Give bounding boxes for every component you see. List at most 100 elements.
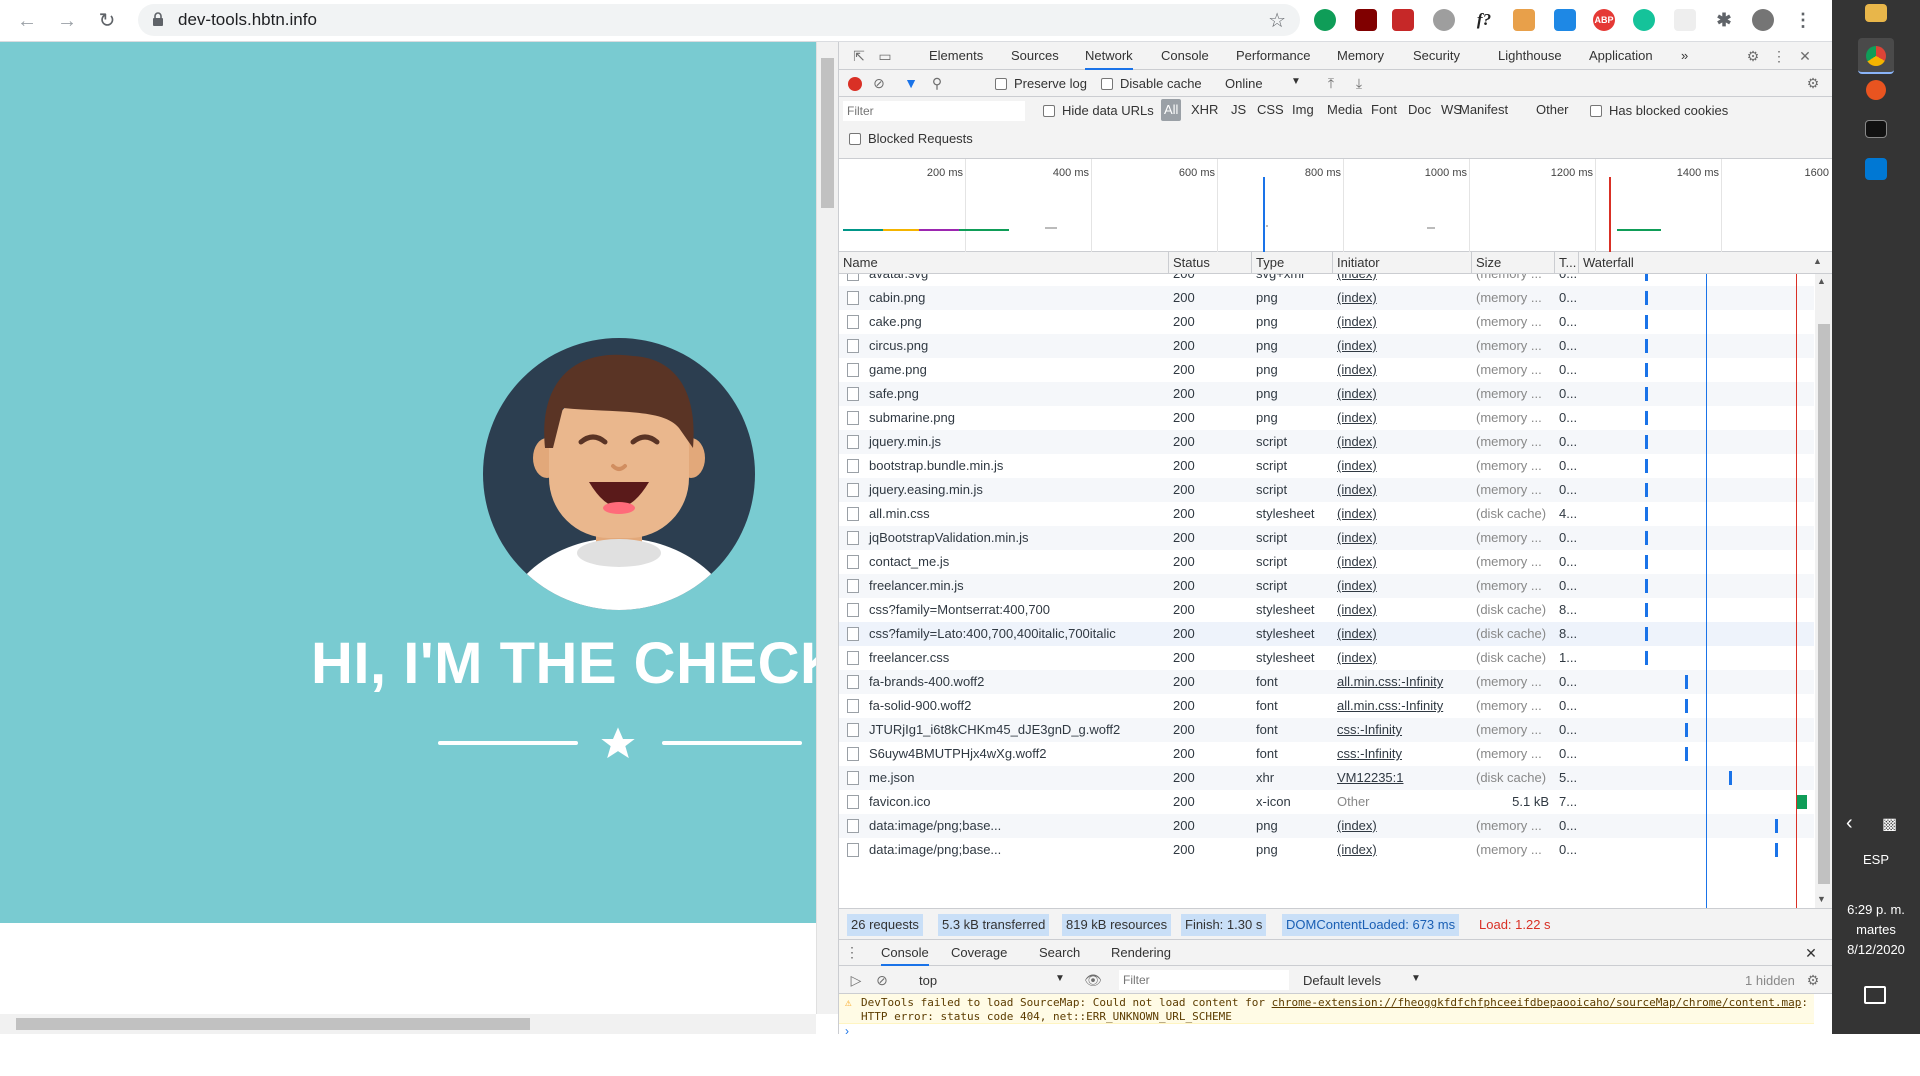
col-initiator[interactable]: Initiator	[1333, 252, 1472, 274]
cell-initiator[interactable]: (index)	[1333, 274, 1472, 286]
table-row[interactable]: freelancer.min.js 200 script (index) (memory…	[839, 574, 1814, 598]
table-row[interactable]: jqBootstrapValidation.min.js 200 script (in…	[839, 526, 1814, 550]
chevron-left-icon[interactable]: ‹	[1846, 812, 1853, 835]
cell-initiator[interactable]: (index)	[1333, 358, 1472, 382]
clock-time[interactable]: 6:29 p. m.	[1832, 902, 1920, 917]
clear-icon[interactable]: ⊘	[869, 73, 889, 93]
record-icon[interactable]	[848, 77, 862, 91]
throttle-select[interactable]: Online	[1225, 76, 1263, 91]
hide-data-urls-checkbox[interactable]	[1043, 105, 1055, 117]
font-extension-icon[interactable]: f?	[1473, 9, 1495, 31]
tab-console[interactable]: Console	[1161, 42, 1209, 70]
profile-avatar[interactable]	[1752, 9, 1774, 31]
red-extension-icon[interactable]	[1392, 9, 1414, 31]
cell-initiator[interactable]: css:-Infinity	[1333, 718, 1472, 742]
cell-initiator[interactable]: (index)	[1333, 838, 1472, 862]
cell-initiator[interactable]: (index)	[1333, 310, 1472, 334]
reload-icon[interactable]: ↻	[94, 8, 120, 34]
sort-up-icon[interactable]: ▲	[1813, 256, 1822, 266]
table-row[interactable]: JTURjIg1_i6t8kCHKm45_dJE3gnD_g.woff2 200 f…	[839, 718, 1814, 742]
table-row[interactable]: data:image/png;base... 200 png (index) (memo…	[839, 838, 1814, 862]
chrome-menu-icon[interactable]: ⋮	[1792, 9, 1814, 31]
drawer-tab-console[interactable]: Console	[881, 940, 929, 966]
notifications-icon[interactable]	[1864, 986, 1886, 1004]
tab-elements[interactable]: Elements	[929, 42, 983, 70]
green-extension-icon[interactable]	[1314, 9, 1336, 31]
drawer-tab-search[interactable]: Search	[1039, 940, 1080, 966]
tablet-mode-icon[interactable]: ▩	[1882, 814, 1897, 834]
vscode-icon[interactable]	[1865, 158, 1887, 180]
table-row[interactable]: jquery.easing.min.js 200 script (index) (mem…	[839, 478, 1814, 502]
sourcemap-link[interactable]: chrome-extension://fheoggkfdfchfphceeifd…	[1272, 996, 1802, 1009]
table-row[interactable]: avatar.svg200svg+xml(index)(memory ...0.…	[839, 274, 1814, 286]
network-settings-icon[interactable]: ⚙	[1803, 73, 1823, 93]
cell-initiator[interactable]: all.min.css:-Infinity	[1333, 694, 1472, 718]
table-row[interactable]: bootstrap.bundle.min.js 200 script (index) (…	[839, 454, 1814, 478]
chevron-down-icon[interactable]: ▼	[1291, 76, 1301, 87]
table-row[interactable]: fa-solid-900.woff2 200 font all.min.css:-In…	[839, 694, 1814, 718]
table-row[interactable]: all.min.css 200 stylesheet (index) (disk cac…	[839, 502, 1814, 526]
col-status[interactable]: Status	[1169, 252, 1252, 274]
table-row[interactable]: css?family=Montserrat:400,700 200 styleshe…	[839, 598, 1814, 622]
tab-memory[interactable]: Memory	[1337, 42, 1384, 70]
cell-initiator[interactable]: (index)	[1333, 406, 1472, 430]
tab-network[interactable]: Network	[1085, 42, 1133, 70]
cell-initiator[interactable]: (index)	[1333, 526, 1472, 550]
language-indicator[interactable]: ESP	[1832, 852, 1920, 867]
chevron-down-icon[interactable]: ▼	[1055, 973, 1065, 984]
table-row[interactable]: me.json 200 xhr VM12235:1 (disk cache) 5...	[839, 766, 1814, 790]
disable-cache-checkbox[interactable]	[1101, 78, 1113, 90]
cell-initiator[interactable]: (index)	[1333, 574, 1472, 598]
address-bar[interactable]: dev-tools.hbtn.info ☆	[138, 4, 1300, 36]
close-drawer-icon[interactable]: ✕	[1801, 943, 1821, 963]
tab-sources[interactable]: Sources	[1011, 42, 1059, 70]
ublock-icon[interactable]	[1355, 9, 1377, 31]
drawer-menu-icon[interactable]: ⋮	[845, 942, 859, 962]
adblock-plus-icon[interactable]: ABP	[1593, 9, 1615, 31]
cell-initiator[interactable]: (index)	[1333, 286, 1472, 310]
chevron-down-icon[interactable]: ▼	[1411, 973, 1421, 984]
export-har-icon[interactable]: ⤓	[1349, 73, 1369, 93]
table-row[interactable]: jquery.min.js 200 script (index) (memory ...…	[839, 430, 1814, 454]
console-settings-icon[interactable]: ⚙	[1803, 970, 1823, 990]
cell-initiator[interactable]: css:-Infinity	[1333, 742, 1472, 766]
page-vertical-scrollbar[interactable]	[816, 42, 838, 1014]
terminal-icon[interactable]	[1865, 120, 1887, 138]
cell-initiator[interactable]: all.min.css:-Infinity	[1333, 670, 1472, 694]
network-request-list[interactable]: avatar.svg200svg+xml(index)(memory ...0.…	[839, 274, 1814, 908]
eye-icon[interactable]: 👁	[1083, 970, 1103, 990]
cell-initiator[interactable]: (index)	[1333, 598, 1472, 622]
type-css[interactable]: CSS	[1257, 99, 1284, 121]
import-har-icon[interactable]: ⤒	[1321, 73, 1341, 93]
back-icon[interactable]: ←	[14, 8, 40, 34]
drawer-tab-coverage[interactable]: Coverage	[951, 940, 1007, 966]
table-row[interactable]: css?family=Lato:400,700,400italic,700ita…	[839, 622, 1814, 646]
type-media[interactable]: Media	[1327, 99, 1362, 121]
inspect-element-icon[interactable]: ⇱	[849, 46, 869, 66]
col-time[interactable]: T...	[1555, 252, 1579, 274]
close-devtools-icon[interactable]: ✕	[1795, 46, 1815, 66]
clear-console-icon[interactable]: ⊘	[873, 970, 891, 990]
type-other[interactable]: Other	[1536, 99, 1569, 121]
preserve-log-checkbox[interactable]	[995, 78, 1007, 90]
type-doc[interactable]: Doc	[1408, 99, 1431, 121]
table-row[interactable]: circus.png 200 png (index) (memory ... 0...	[839, 334, 1814, 358]
cell-initiator[interactable]: (index)	[1333, 622, 1472, 646]
chrome-taskbar-icon[interactable]	[1858, 38, 1894, 74]
col-type[interactable]: Type	[1252, 252, 1333, 274]
table-row[interactable]: favicon.ico 200 x-icon Other 5.1 kB 7...	[839, 790, 1814, 814]
col-name[interactable]: Name	[839, 252, 1169, 274]
tab-application[interactable]: Application	[1589, 42, 1653, 70]
col-size[interactable]: Size	[1472, 252, 1555, 274]
type-font[interactable]: Font	[1371, 99, 1397, 121]
table-row[interactable]: safe.png 200 png (index) (memory ... 0...	[839, 382, 1814, 406]
file-explorer-icon[interactable]	[1865, 4, 1887, 22]
page-horizontal-scrollbar[interactable]	[0, 1014, 816, 1034]
cell-initiator[interactable]: (index)	[1333, 646, 1472, 670]
table-row[interactable]: S6uyw4BMUTPHjx4wXg.woff2 200 font css:-Infi…	[839, 742, 1814, 766]
settings-gear-icon[interactable]: ⚙	[1743, 46, 1763, 66]
table-row[interactable]: game.png 200 png (index) (memory ... 0...	[839, 358, 1814, 382]
cell-initiator[interactable]: Other	[1333, 790, 1472, 814]
table-row[interactable]: fa-brands-400.woff2 200 font all.min.css:-I…	[839, 670, 1814, 694]
blank-extension-icon[interactable]	[1674, 9, 1696, 31]
